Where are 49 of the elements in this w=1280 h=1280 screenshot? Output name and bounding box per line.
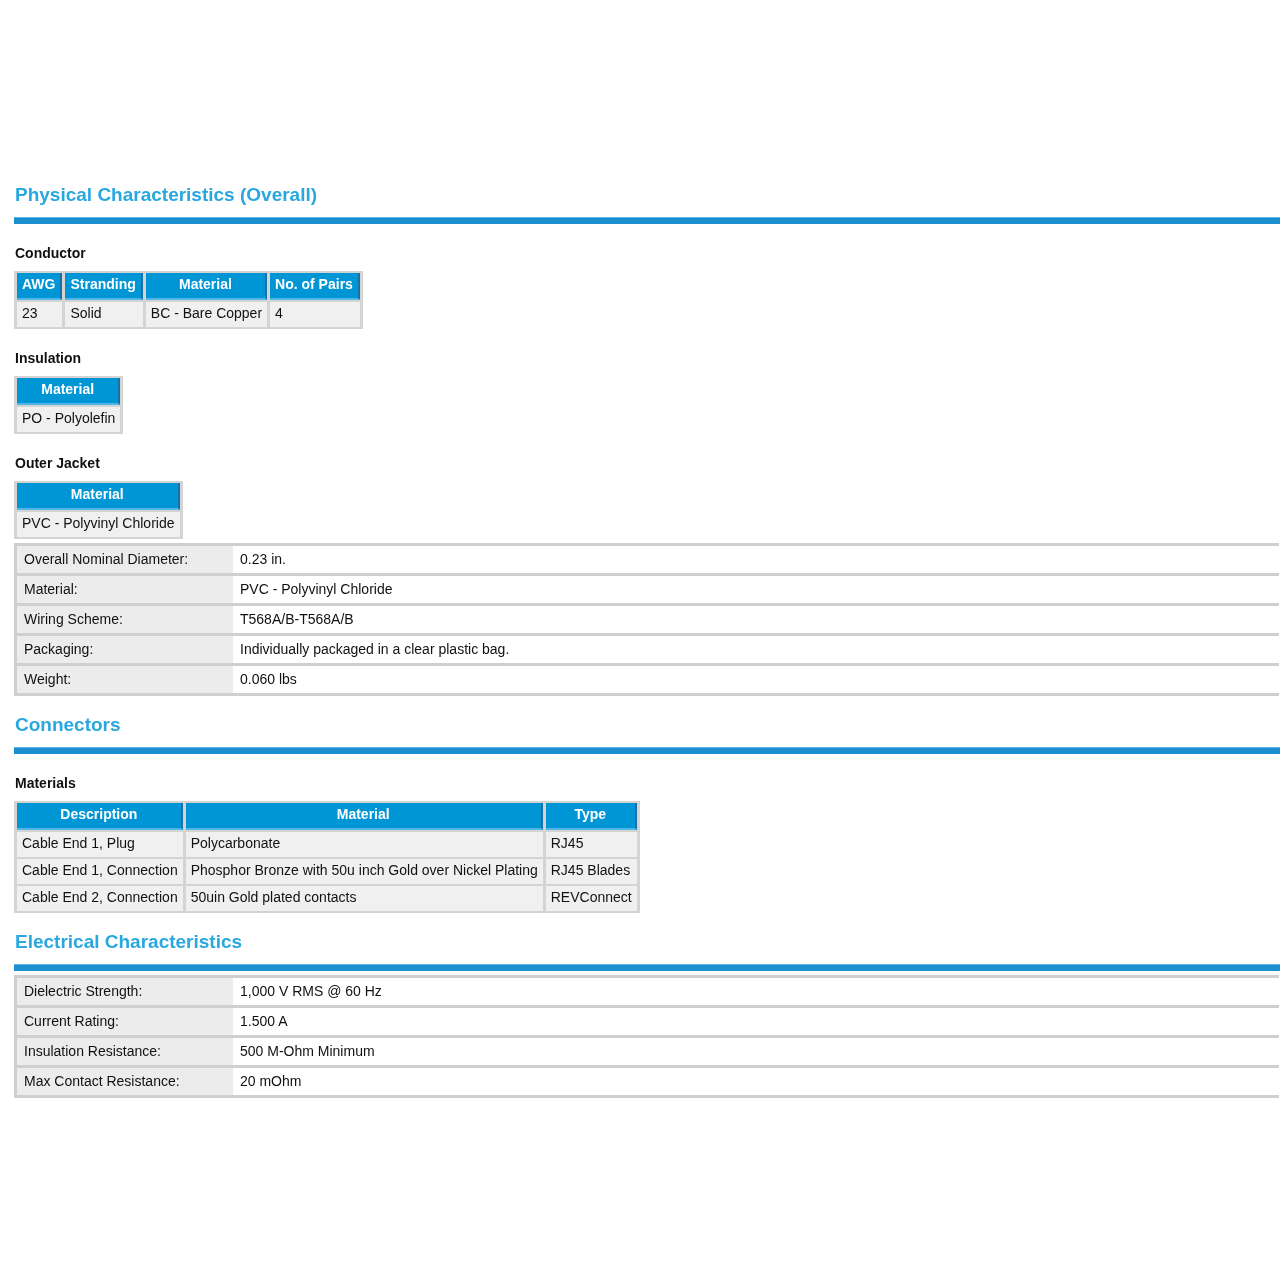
section-heading: Connectors [15, 713, 122, 737]
table-cell: REVConnect [545, 886, 637, 911]
subsection-title: Conductor [15, 244, 87, 262]
table-cell: 50uin Gold plated contacts [185, 886, 543, 911]
table-cell: PVC - Polyvinyl Chloride [17, 512, 180, 537]
property-value: 0.23 in. [233, 544, 1279, 575]
table-cell: Polycarbonate [185, 832, 543, 857]
table-cell: Solid [65, 302, 143, 327]
property-label: Overall Nominal Diameter: [15, 544, 233, 575]
subsection-title: Materials [15, 774, 77, 792]
column-header: Material [185, 803, 543, 830]
column-header: Description [17, 803, 183, 830]
section-heading: Electrical Characteristics [15, 930, 244, 954]
property-value: 0.060 lbs [233, 664, 1279, 695]
table-cell: 23 [17, 302, 63, 327]
table-cell: Cable End 2, Connection [17, 886, 183, 911]
column-header: AWG [17, 273, 63, 300]
column-header: Stranding [65, 273, 143, 300]
column-header: Material [17, 378, 121, 405]
table-cell: Cable End 1, Connection [17, 859, 183, 884]
property-value: 1,000 V RMS @ 60 Hz [233, 976, 1279, 1007]
property-label: Max Contact Resistance: [15, 1066, 233, 1097]
table-cell: RJ45 Blades [545, 859, 637, 884]
column-header: Material [145, 273, 268, 300]
column-header: Type [545, 803, 637, 830]
property-label: Material: [15, 574, 233, 605]
property-label: Weight: [15, 664, 233, 695]
table-cell: Cable End 1, Plug [17, 832, 183, 857]
property-value: PVC - Polyvinyl Chloride [233, 574, 1279, 605]
property-value: 1.500 A [233, 1006, 1279, 1037]
subsection-title: Outer Jacket [15, 454, 101, 472]
table-cell: RJ45 [545, 832, 637, 857]
subsection-title: Insulation [15, 349, 83, 367]
property-value: 20 mOhm [233, 1066, 1279, 1097]
property-value: T568A/B-T568A/B [233, 604, 1279, 635]
property-value: Individually packaged in a clear plastic bag. [233, 634, 1279, 665]
column-header: No. of Pairs [270, 273, 360, 300]
property-label: Dielectric Strength: [15, 976, 233, 1007]
property-label: Packaging: [15, 634, 233, 665]
property-label: Current Rating: [15, 1006, 233, 1037]
table-cell: PO - Polyolefin [17, 407, 121, 432]
property-label: Insulation Resistance: [15, 1036, 233, 1067]
table-cell: 4 [270, 302, 360, 327]
table-cell: BC - Bare Copper [145, 302, 268, 327]
property-label: Wiring Scheme: [15, 604, 233, 635]
table-cell: Phosphor Bronze with 50u inch Gold over Nickel Plating [185, 859, 543, 884]
section-heading: Physical Characteristics (Overall) [15, 183, 319, 207]
column-header: Material [17, 483, 180, 510]
property-value: 500 M-Ohm Minimum [233, 1036, 1279, 1067]
